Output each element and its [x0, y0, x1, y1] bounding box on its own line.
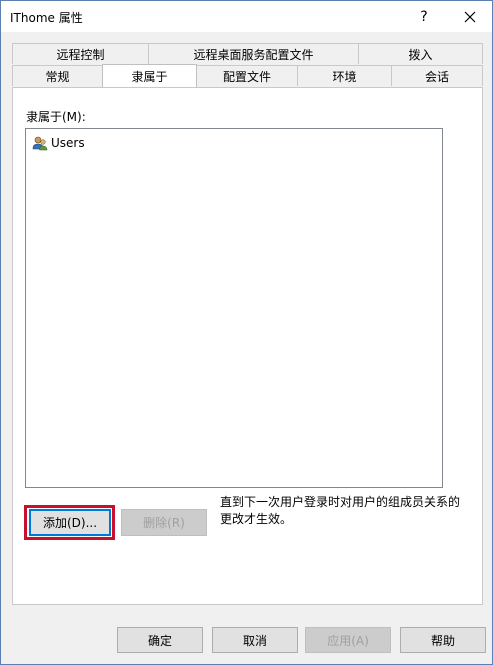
group-name: Users — [51, 136, 85, 150]
properties-dialog: IThome 属性 ? 远程控制 远程桌面服务配置文件 拨入 常规 隶属于 配置… — [0, 0, 493, 665]
apply-button[interactable]: 应用(A) — [305, 627, 391, 653]
add-button[interactable]: 添加(D)... — [29, 509, 111, 536]
help-title-button[interactable]: ? — [401, 1, 447, 32]
tab-dial-in[interactable]: 拨入 — [358, 43, 483, 64]
title-bar: IThome 属性 ? — [1, 1, 492, 32]
close-button[interactable] — [447, 1, 493, 32]
tab-sessions[interactable]: 会话 — [391, 65, 483, 86]
remove-button[interactable]: 删除(R) — [121, 509, 207, 536]
tab-remote-desktop-profile[interactable]: 远程桌面服务配置文件 — [148, 43, 359, 64]
tab-environment[interactable]: 环境 — [297, 65, 392, 86]
tab-member-of[interactable]: 隶属于 — [102, 64, 197, 87]
window-title: IThome 属性 — [10, 11, 83, 25]
tab-profile[interactable]: 配置文件 — [196, 65, 298, 86]
cancel-button[interactable]: 取消 — [212, 627, 298, 653]
list-item[interactable]: Users — [32, 134, 85, 152]
ok-button[interactable]: 确定 — [117, 627, 203, 653]
tab-remote-control[interactable]: 远程控制 — [12, 43, 149, 64]
close-icon — [464, 11, 476, 22]
member-of-panel: 隶属于(M): Users 添加(D)... 删除(R) 直到下一次用户登录时对… — [12, 87, 483, 605]
member-of-label: 隶属于(M): — [26, 110, 86, 124]
help-button[interactable]: 帮助 — [400, 627, 486, 653]
group-list[interactable]: Users — [25, 128, 443, 488]
tab-general[interactable]: 常规 — [12, 65, 103, 86]
user-group-icon — [32, 136, 48, 151]
membership-note: 直到下一次用户登录时对用户的组成员关系的更改才生效。 — [220, 495, 461, 526]
